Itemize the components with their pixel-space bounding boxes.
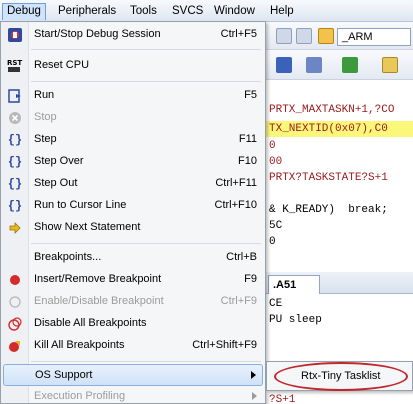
folder-icon[interactable] bbox=[318, 28, 334, 44]
menu-item-label: Insert/Remove Breakpoint bbox=[34, 273, 162, 285]
code-editor[interactable]: PRTX_MAXTASKN+1,?CO TX_NEXTID(0x07),C0 0… bbox=[266, 80, 413, 270]
menu-svcs[interactable]: SVCS bbox=[168, 3, 207, 20]
menu-item-shortcut: Ctrl+B bbox=[226, 251, 257, 263]
menu-item-step-out[interactable]: {} Step Out Ctrl+F11 bbox=[3, 173, 263, 195]
reset-cpu-icon: RST bbox=[6, 58, 24, 74]
target-select[interactable]: _ARM bbox=[337, 28, 411, 46]
menu-item-shortcut: F11 bbox=[238, 133, 257, 145]
menu-item-shortcut: Ctrl+F11 bbox=[215, 177, 257, 189]
menubar: Debug Peripherals Tools SVCS Window Help bbox=[0, 0, 413, 22]
menu-item-shortcut: F10 bbox=[238, 155, 257, 167]
menu-item-label: Kill All Breakpoints bbox=[34, 339, 125, 351]
chip-icon[interactable] bbox=[342, 57, 358, 73]
menu-item-label: Stop bbox=[34, 111, 57, 123]
tab-file[interactable]: .A51 bbox=[268, 275, 320, 294]
menu-item-enable-disable-breakpoint[interactable]: Enable/Disable Breakpoint Ctrl+F9 bbox=[3, 291, 263, 313]
stop-icon bbox=[6, 110, 24, 126]
editor-tabs: .A51 bbox=[266, 272, 413, 294]
window-icon[interactable] bbox=[276, 57, 292, 73]
code-line: CE bbox=[269, 298, 283, 310]
submenu-arrow-icon bbox=[252, 392, 257, 400]
menu-item-step-over[interactable]: {} Step Over F10 bbox=[3, 151, 263, 173]
menu-item-shortcut: Ctrl+Shift+F9 bbox=[192, 339, 257, 351]
menu-item-label: Show Next Statement bbox=[34, 221, 141, 233]
menu-item-shortcut: Ctrl+F10 bbox=[214, 199, 258, 211]
breakpoint-icon bbox=[6, 272, 24, 288]
menu-item-label: Run to Cursor Line bbox=[34, 199, 127, 211]
disable-breakpoints-icon bbox=[6, 316, 24, 332]
annotation-ellipse bbox=[274, 362, 408, 391]
menu-help[interactable]: Help bbox=[266, 3, 298, 20]
menu-item-label: Enable/Disable Breakpoint bbox=[34, 295, 164, 307]
code-line: & K_READY) break; bbox=[269, 204, 388, 216]
menu-item-label: Step Over bbox=[34, 155, 84, 167]
menu-separator bbox=[31, 49, 261, 50]
menu-item-run-to-cursor[interactable]: {} Run to Cursor Line Ctrl+F10 bbox=[3, 195, 263, 217]
menu-item-breakpoints[interactable]: Breakpoints... Ctrl+B bbox=[3, 247, 263, 269]
menu-item-run[interactable]: Run F5 bbox=[3, 85, 263, 107]
menu-item-step[interactable]: {} Step F11 bbox=[3, 129, 263, 151]
menu-item-shortcut: F9 bbox=[244, 273, 257, 285]
debug-session-icon bbox=[6, 27, 24, 43]
toolbar-button-icon[interactable] bbox=[296, 28, 312, 44]
menu-item-show-next-statement[interactable]: Show Next Statement bbox=[3, 217, 263, 239]
arrow-right-icon bbox=[6, 220, 24, 236]
menu-separator bbox=[31, 243, 261, 244]
menu-item-kill-all-breakpoints[interactable]: Kill All Breakpoints Ctrl+Shift+F9 bbox=[3, 335, 263, 357]
menu-separator bbox=[31, 361, 261, 362]
code-line: 5C bbox=[269, 220, 283, 232]
svg-text:RST: RST bbox=[7, 59, 22, 67]
menu-item-disable-all-breakpoints[interactable]: Disable All Breakpoints bbox=[3, 313, 263, 335]
menu-separator bbox=[31, 81, 261, 82]
menu-item-reset-cpu[interactable]: RST Reset CPU bbox=[3, 55, 263, 77]
tools-icon[interactable] bbox=[382, 57, 398, 73]
menu-window[interactable]: Window bbox=[210, 3, 259, 20]
menu-item-stop[interactable]: Stop bbox=[3, 107, 263, 129]
menu-item-os-support[interactable]: OS Support bbox=[3, 364, 263, 386]
menu-item-label: Reset CPU bbox=[34, 59, 90, 71]
step-icon: {} bbox=[7, 133, 23, 147]
menu-debug[interactable]: Debug bbox=[2, 3, 46, 20]
toolbar-debug bbox=[266, 50, 413, 80]
code-line: PU sleep bbox=[269, 314, 322, 326]
menu-item-insert-remove-breakpoint[interactable]: Insert/Remove Breakpoint F9 bbox=[3, 269, 263, 291]
step-out-icon: {} bbox=[7, 177, 23, 191]
menu-item-shortcut: F5 bbox=[244, 89, 257, 101]
kill-breakpoints-icon bbox=[6, 338, 24, 354]
code-line: 00 bbox=[269, 156, 283, 168]
submenu-arrow-icon bbox=[251, 371, 256, 379]
menu-item-label: Breakpoints... bbox=[34, 251, 102, 263]
menu-item-label: Disable All Breakpoints bbox=[34, 317, 147, 329]
code-line: PRTX_MAXTASKN+1,?CO bbox=[269, 104, 395, 116]
menu-item-label: Execution Profiling bbox=[34, 390, 126, 402]
toolbar-button-icon[interactable] bbox=[276, 28, 292, 44]
step-over-icon: {} bbox=[7, 155, 23, 169]
menu-item-label: Step bbox=[34, 133, 57, 145]
menu-item-label: OS Support bbox=[35, 369, 93, 381]
menu-item-shortcut: Ctrl+F5 bbox=[220, 28, 257, 40]
run-icon bbox=[6, 88, 24, 104]
code-line: 0 bbox=[269, 236, 276, 248]
memory-icon[interactable] bbox=[306, 57, 322, 73]
menu-item-label: Step Out bbox=[34, 177, 78, 189]
menu-tools[interactable]: Tools bbox=[126, 3, 161, 20]
code-line: 0 bbox=[269, 140, 276, 152]
breakpoint-outline-icon bbox=[6, 294, 24, 310]
menu-item-shortcut: Ctrl+F9 bbox=[220, 295, 257, 307]
menu-peripherals[interactable]: Peripherals bbox=[54, 3, 120, 20]
debug-menu: Start/Stop Debug Session Ctrl+F5 RST Res… bbox=[0, 21, 266, 404]
menu-item-start-stop-debug[interactable]: Start/Stop Debug Session Ctrl+F5 bbox=[3, 24, 263, 46]
menu-item-label: Run bbox=[34, 89, 55, 101]
run-to-cursor-icon: {} bbox=[7, 199, 23, 213]
menu-item-label: Start/Stop Debug Session bbox=[34, 28, 161, 40]
code-line: ?S+1 bbox=[269, 394, 296, 404]
code-line-highlighted: TX_NEXTID(0x07),C0 bbox=[266, 121, 413, 137]
menu-item-execution-profiling[interactable]: Execution Profiling bbox=[3, 386, 263, 403]
code-line: PRTX?TASKSTATE?S+1 bbox=[269, 172, 388, 184]
